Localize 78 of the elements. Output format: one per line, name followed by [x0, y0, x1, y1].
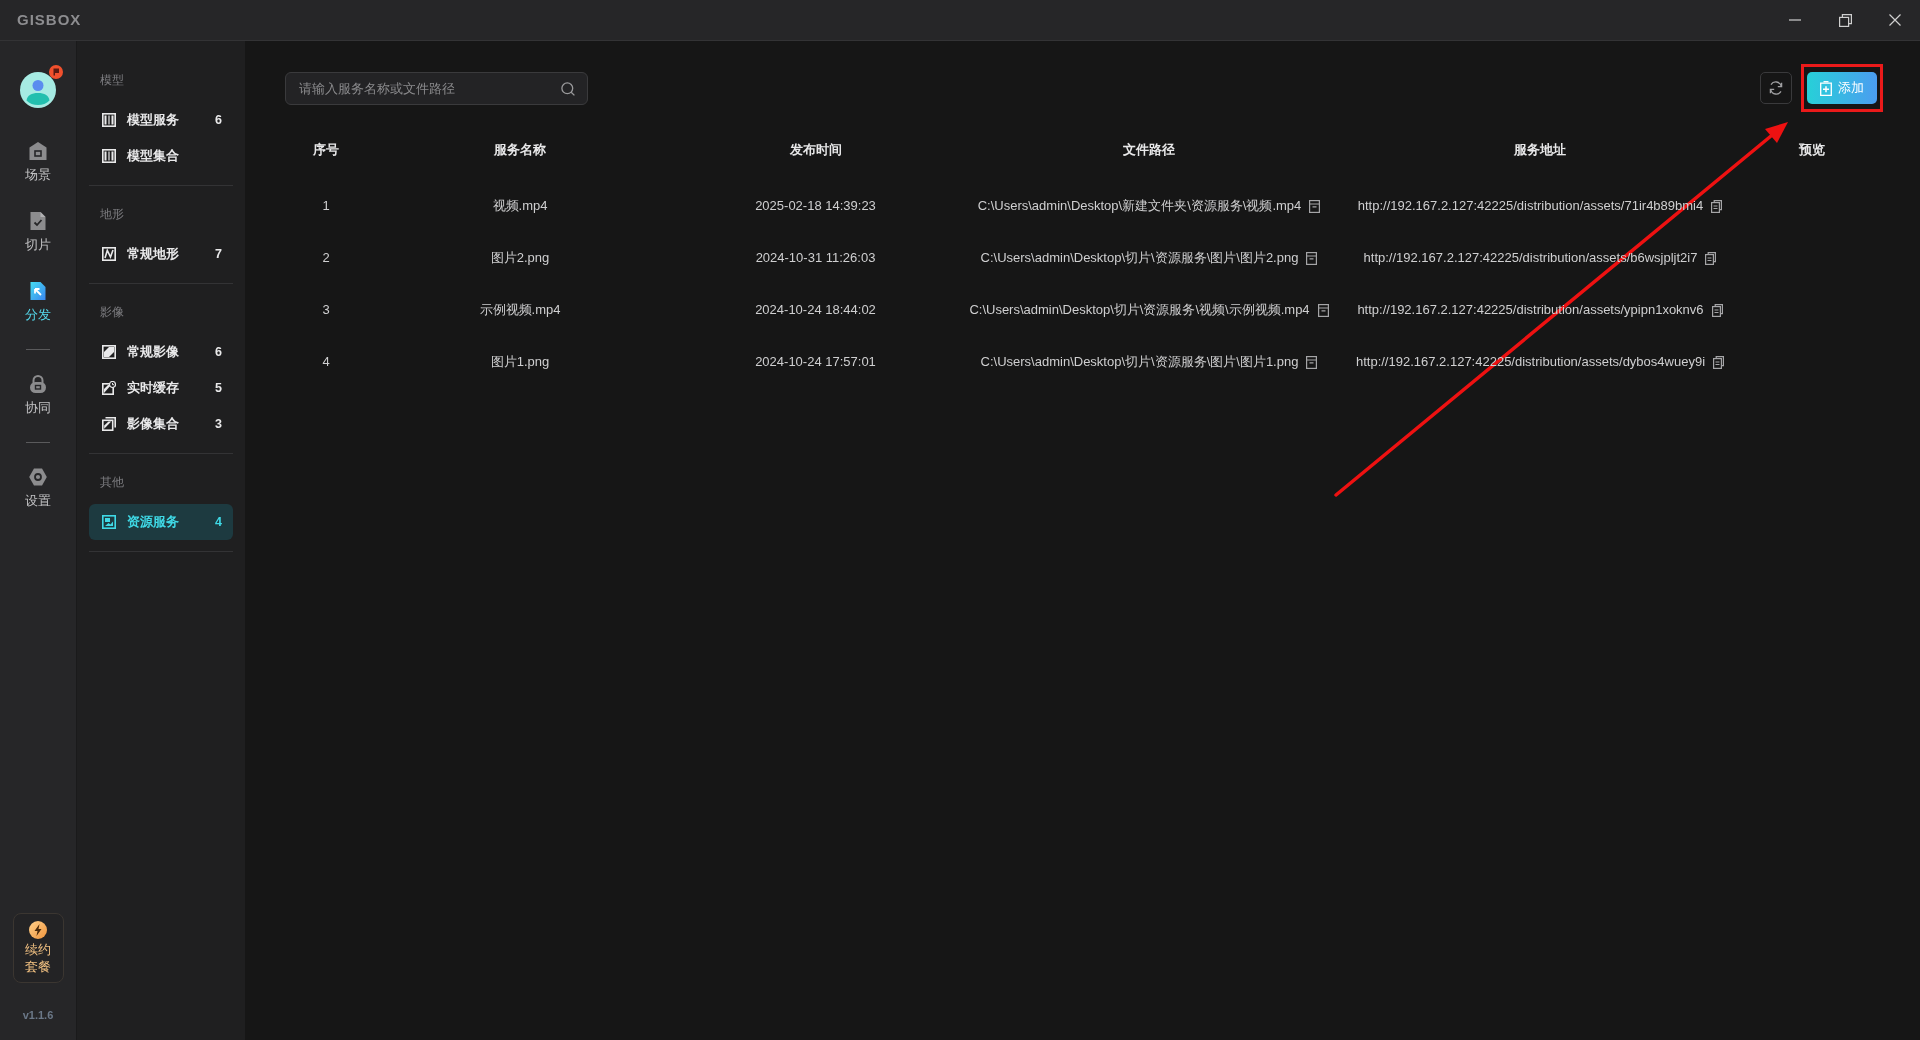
copy-icon[interactable] [1711, 303, 1723, 317]
arrow-document-icon [28, 281, 48, 301]
image-stack-icon [102, 417, 116, 431]
sidebar-item[interactable]: 实时缓存 5 [89, 370, 233, 406]
table-cell-text: 视频.mp4 [492, 197, 548, 216]
item-count: 6 [215, 343, 222, 361]
document-icon[interactable] [1309, 199, 1321, 213]
column-header: 服务地址 [1514, 141, 1566, 160]
section-title: 模型 [99, 72, 125, 89]
image-clock-icon [102, 381, 116, 395]
copy-icon[interactable] [1705, 251, 1717, 265]
table-cell-text: 3 [322, 301, 330, 320]
column-header: 序号 [313, 141, 339, 160]
app-logo: GISBOX [17, 9, 82, 30]
refresh-button[interactable] [1760, 72, 1792, 104]
sidebar-item[interactable]: 资源服务 4 [89, 504, 233, 540]
document-icon[interactable] [1306, 251, 1318, 265]
rail-nav-item[interactable]: 场景 [7, 141, 69, 184]
table-cell-text: 图片2.png [490, 249, 550, 268]
lock-icon [28, 374, 48, 394]
flag-badge-icon [49, 65, 63, 79]
sidebar-item[interactable]: 影像集合 3 [89, 406, 233, 442]
table-cell-text: 2024-10-24 17:57:01 [755, 353, 876, 372]
restore-icon [1838, 13, 1852, 27]
refresh-icon [1768, 80, 1784, 96]
version-label: v1.1.6 [22, 1008, 54, 1023]
item-count: 3 [215, 415, 222, 433]
image-icon [102, 515, 116, 529]
document-icon[interactable] [1317, 303, 1329, 317]
file-path: C:\Users\admin\Desktop\切片\资源服务\图片\图片1.png [980, 353, 1299, 372]
section-title: 地形 [99, 206, 125, 223]
file-path: C:\Users\admin\Desktop\切片\资源服务\视频\示例视频.mp4 [969, 301, 1310, 320]
section-title: 其他 [99, 474, 125, 491]
sidebar-item[interactable]: 常规影像 6 [89, 334, 233, 370]
table-cell-text: 图片1.png [490, 353, 550, 372]
sidebar-item[interactable]: 常规地形 7 [89, 236, 233, 272]
table-cell-text: 2024-10-24 18:44:02 [755, 301, 876, 320]
close-icon [1889, 14, 1901, 26]
image-icon [102, 345, 116, 359]
terrain-icon [102, 247, 116, 261]
user-avatar[interactable] [20, 72, 56, 108]
striped-square-icon [102, 113, 116, 127]
sidebar-item[interactable]: 模型集合 [89, 138, 233, 174]
section-title: 影像 [99, 304, 125, 321]
search-icon[interactable] [561, 81, 575, 96]
sidebar-item[interactable]: 模型服务 6 [89, 102, 233, 138]
striped-square-icon [102, 149, 116, 163]
table-cell-text: 示例视频.mp4 [479, 301, 561, 320]
column-header: 预览 [1798, 141, 1825, 160]
minimize-icon [1789, 19, 1801, 21]
document-icon[interactable] [1306, 355, 1318, 369]
file-path: C:\Users\admin\Desktop\新建文件夹\资源服务\视频.mp4 [977, 197, 1302, 216]
column-header: 文件路径 [1123, 141, 1175, 160]
rail-nav-item[interactable]: 分发 [7, 281, 69, 324]
rail-nav-item[interactable]: 协同 [7, 374, 69, 417]
settings-icon [28, 467, 48, 487]
table-cell-text: 2024-10-31 11:26:03 [755, 249, 876, 268]
renew-plan-button[interactable]: 续约套餐 [12, 913, 64, 983]
home-icon [28, 141, 48, 161]
document-plus-icon [1820, 80, 1832, 96]
copy-icon[interactable] [1713, 355, 1725, 369]
rail-nav-item[interactable]: 切片 [7, 211, 69, 254]
document-check-icon [28, 211, 48, 231]
table-cell-text: 2 [322, 249, 330, 268]
item-count: 6 [215, 111, 222, 129]
item-count: 7 [215, 245, 222, 263]
file-path: C:\Users\admin\Desktop\切片\资源服务\图片\图片2.png [980, 249, 1299, 268]
item-count: 4 [215, 513, 222, 531]
table-cell-text: 1 [322, 197, 330, 216]
search-field[interactable]: 请输入服务名称或文件路径 [285, 71, 588, 105]
column-header: 服务名称 [494, 141, 546, 160]
table-cell-text: 2025-02-18 14:39:23 [755, 197, 876, 216]
copy-icon[interactable] [1711, 199, 1723, 213]
column-header: 发布时间 [789, 141, 842, 160]
lightning-icon [29, 921, 47, 939]
rail-nav-item[interactable]: 设置 [7, 467, 69, 510]
table-cell-text: 4 [322, 353, 330, 372]
item-count: 5 [215, 379, 222, 397]
